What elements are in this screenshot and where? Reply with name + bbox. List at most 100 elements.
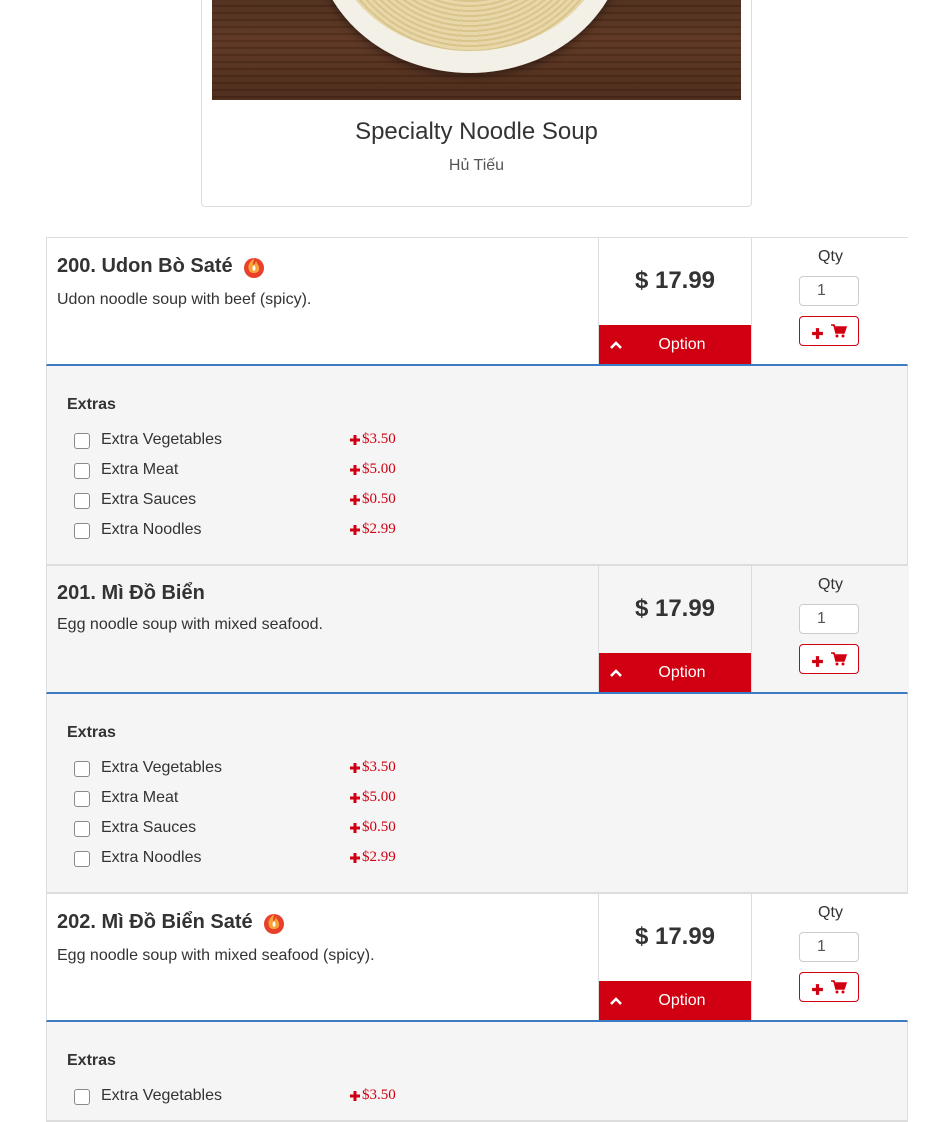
add-to-cart-button[interactable] (799, 316, 859, 346)
item-price: $ 17.99 (634, 595, 716, 622)
extra-checkbox[interactable] (74, 761, 90, 777)
plus-icon (350, 524, 360, 535)
extra-name: Extra Vegetables (101, 759, 222, 776)
extra-name: Extra Sauces (101, 491, 197, 508)
plus-icon (350, 464, 360, 475)
extra-option[interactable]: Extra Vegetables $3.50 (74, 430, 474, 452)
extra-option[interactable]: Extra Meat $5.00 (74, 788, 474, 810)
extra-option[interactable]: Extra Vegetables $3.50 (74, 758, 474, 780)
extra-price: $3.50 (349, 431, 396, 448)
extra-price: $3.50 (349, 759, 396, 776)
extra-checkbox[interactable] (74, 463, 90, 479)
extra-checkbox[interactable] (74, 433, 90, 449)
item-info: 201. Mì Đồ Biển Egg noodle soup with mix… (47, 566, 598, 692)
spicy-icon (262, 909, 286, 935)
extra-name: Extra Vegetables (101, 431, 222, 448)
quantity-column: Qty (752, 566, 909, 692)
plus-icon (812, 983, 823, 995)
cart-icon (831, 652, 847, 666)
item-price: $ 17.99 (634, 923, 716, 950)
extra-option[interactable]: Extra Sauces $0.50 (74, 490, 474, 512)
plus-icon (350, 1090, 360, 1101)
option-label: Option (658, 663, 706, 681)
qty-label: Qty (818, 248, 843, 265)
plus-icon (350, 792, 360, 803)
extra-name: Extra Meat (101, 461, 179, 478)
option-toggle-button[interactable]: Option (599, 325, 751, 364)
price-column: $ 17.99 Option (598, 894, 752, 1020)
category-title: Specialty Noodle Soup (355, 118, 598, 145)
plus-icon (350, 434, 360, 445)
add-to-cart-button[interactable] (799, 972, 859, 1002)
item-description: Udon noodle soup with beef (spicy). (57, 291, 312, 308)
plus-icon (350, 852, 360, 863)
extra-checkbox[interactable] (74, 851, 90, 867)
item-title: 200. Udon Bò Saté (57, 253, 266, 279)
item-description: Egg noodle soup with mixed seafood (spic… (57, 947, 375, 964)
plus-icon (350, 494, 360, 505)
plus-icon (812, 327, 823, 339)
qty-label: Qty (818, 904, 843, 921)
extras-title: Extras (67, 396, 116, 413)
category-card: Specialty Noodle Soup Hủ Tiếu (201, 0, 752, 207)
extra-checkbox[interactable] (74, 821, 90, 837)
item-price: $ 17.99 (634, 267, 716, 294)
extra-option[interactable]: Extra Meat $5.00 (74, 460, 474, 482)
option-toggle-button[interactable]: Option (599, 981, 751, 1020)
extra-price: $2.99 (349, 849, 396, 866)
quantity-input[interactable] (799, 932, 859, 962)
menu-item-202: 202. Mì Đồ Biển Saté Egg noodle soup wit… (46, 893, 909, 1022)
extra-name: Extra Vegetables (101, 1087, 222, 1104)
extra-checkbox[interactable] (74, 523, 90, 539)
menu-item-200: 200. Udon Bò Saté Udon noodle soup with … (46, 237, 909, 366)
extra-price: $5.00 (349, 461, 396, 478)
quantity-column: Qty (752, 894, 909, 1020)
category-subtitle: Hủ Tiếu (448, 157, 505, 174)
cart-icon (831, 324, 847, 338)
extras-panel: Extras Extra Vegetables $3.50 Extra Meat… (46, 694, 908, 894)
spicy-icon (242, 253, 266, 279)
add-to-cart-button[interactable] (799, 644, 859, 674)
menu-item-201: 201. Mì Đồ Biển Egg noodle soup with mix… (46, 565, 909, 694)
price-column: $ 17.99 Option (598, 566, 752, 692)
item-title-text: 200. Udon Bò Saté (57, 254, 233, 277)
quantity-column: Qty (752, 238, 909, 364)
extra-option[interactable]: Extra Sauces $0.50 (74, 818, 474, 840)
item-info: 202. Mì Đồ Biển Saté Egg noodle soup wit… (47, 894, 598, 1020)
extra-price: $0.50 (349, 491, 396, 508)
option-label: Option (658, 335, 706, 353)
extra-name: Extra Sauces (101, 819, 197, 836)
extra-checkbox[interactable] (74, 493, 90, 509)
extras-title: Extras (67, 724, 116, 741)
item-title: 201. Mì Đồ Biển (57, 582, 205, 605)
extra-checkbox[interactable] (74, 1089, 90, 1105)
item-title: 202. Mì Đồ Biển Saté (57, 909, 286, 935)
option-toggle-button[interactable]: Option (599, 653, 751, 692)
extra-option[interactable]: Extra Vegetables $3.50 (74, 1086, 474, 1108)
extra-checkbox[interactable] (74, 791, 90, 807)
extra-option[interactable]: Extra Noodles $2.99 (74, 520, 474, 542)
qty-label: Qty (818, 576, 843, 593)
extras-panel: Extras Extra Vegetables $3.50 Extra Meat… (46, 366, 908, 566)
extra-price: $0.50 (349, 819, 396, 836)
extra-price: $2.99 (349, 521, 396, 538)
plus-icon (350, 822, 360, 833)
extra-name: Extra Noodles (101, 849, 202, 866)
plus-icon (812, 655, 823, 667)
extra-option[interactable]: Extra Noodles $2.99 (74, 848, 474, 870)
extra-price: $3.50 (349, 1087, 396, 1104)
item-title-text: 201. Mì Đồ Biển (57, 582, 205, 604)
extra-name: Extra Meat (101, 789, 179, 806)
item-info: 200. Udon Bò Saté Udon noodle soup with … (47, 238, 598, 364)
price-column: $ 17.99 Option (598, 238, 752, 364)
quantity-input[interactable] (799, 604, 859, 634)
extras-panel: Extras Extra Vegetables $3.50 (46, 1022, 908, 1122)
plus-icon (350, 762, 360, 773)
quantity-input[interactable] (799, 276, 859, 306)
category-image (212, 0, 741, 100)
extra-name: Extra Noodles (101, 521, 202, 538)
item-title-text: 202. Mì Đồ Biển Saté (57, 910, 253, 933)
extras-title: Extras (67, 1052, 116, 1069)
item-description: Egg noodle soup with mixed seafood. (57, 616, 323, 633)
option-label: Option (658, 991, 706, 1009)
